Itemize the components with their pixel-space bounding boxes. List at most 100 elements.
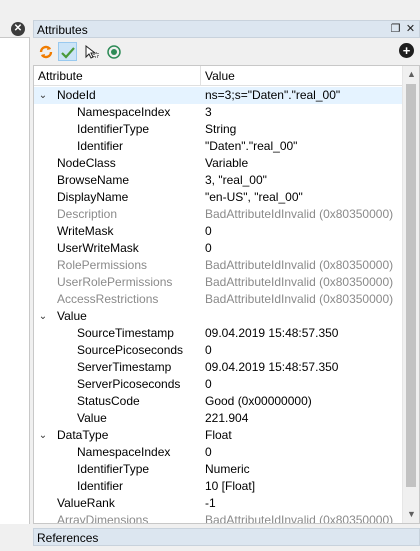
attribute-row[interactable]: Identifier 10 [Float] xyxy=(34,478,402,495)
attribute-name: Identifier xyxy=(77,139,124,153)
record-button[interactable] xyxy=(104,42,123,61)
attribute-name: IdentifierType xyxy=(77,122,150,136)
scroll-up-icon[interactable]: ▲ xyxy=(403,66,419,83)
attribute-value: Numeric xyxy=(205,462,250,476)
close-icon[interactable]: ✕ xyxy=(11,22,25,36)
attribute-name: UserRolePermissions xyxy=(57,275,173,289)
attribute-name: IdentifierType xyxy=(77,462,150,476)
attribute-row[interactable]: ServerPicoseconds 0 xyxy=(34,376,402,393)
attributes-toolbar: + xyxy=(33,39,420,63)
attribute-row[interactable]: DisplayName "en-US", "real_00" xyxy=(34,189,402,206)
column-header-value[interactable]: Value xyxy=(201,66,402,86)
attribute-value: 3, "real_00" xyxy=(205,173,267,187)
attribute-row[interactable]: IdentifierType String xyxy=(34,121,402,138)
attribute-value: 09.04.2019 15:48:57.350 xyxy=(205,360,339,374)
attribute-name: WriteMask xyxy=(57,224,114,238)
attribute-row[interactable]: ArrayDimensions BadAttributeIdInvalid (0x… xyxy=(34,512,402,524)
record-icon xyxy=(106,44,121,59)
attribute-rows: ⌄ NodeId ns=3;s="Daten"."real_00" Namespace… xyxy=(34,87,402,524)
attribute-row[interactable]: NamespaceIndex 0 xyxy=(34,444,402,461)
attribute-row[interactable]: WriteMask 0 xyxy=(34,223,402,240)
left-pane: ✕ xyxy=(0,0,30,551)
cursor-select-button[interactable] xyxy=(81,42,100,61)
attribute-row[interactable]: Description BadAttributeIdInvalid (0x8035… xyxy=(34,206,402,223)
attribute-value: 0 xyxy=(205,377,212,391)
attribute-value: BadAttributeIdInvalid (0x80350000) xyxy=(205,513,394,524)
attribute-row[interactable]: Value 221.904 xyxy=(34,410,402,427)
check-button[interactable] xyxy=(58,42,77,61)
scroll-down-icon[interactable]: ▼ xyxy=(403,506,419,523)
attribute-row[interactable]: ⌄ Value xyxy=(34,308,402,325)
attribute-value: Variable xyxy=(205,156,249,170)
attribute-row[interactable]: NodeClass Variable xyxy=(34,155,402,172)
attribute-name: ServerTimestamp xyxy=(77,360,172,374)
attribute-row[interactable]: NamespaceIndex 3 xyxy=(34,104,402,121)
vertical-scrollbar[interactable]: ▲ ▼ xyxy=(402,66,419,523)
attribute-row[interactable]: ⌄ NodeId ns=3;s="Daten"."real_00" xyxy=(34,87,402,104)
attribute-name: Value xyxy=(77,411,107,425)
attribute-value: 10 [Float] xyxy=(205,479,256,493)
attribute-value: 0 xyxy=(205,224,212,238)
attribute-name: NamespaceIndex xyxy=(77,445,171,459)
references-panel-title: References xyxy=(37,531,99,545)
attribute-name: NodeId xyxy=(57,88,96,102)
attribute-row[interactable]: UserWriteMask 0 xyxy=(34,240,402,257)
attributes-panel-title: Attributes xyxy=(37,23,88,37)
attribute-row[interactable]: AccessRestrictions BadAttributeIdInvalid … xyxy=(34,291,402,308)
attribute-name: ArrayDimensions xyxy=(57,513,149,524)
attribute-value: 0 xyxy=(205,445,212,459)
add-icon[interactable]: + xyxy=(399,43,414,58)
attribute-row[interactable]: IdentifierType Numeric xyxy=(34,461,402,478)
cursor-select-icon xyxy=(85,44,98,59)
attribute-name: RolePermissions xyxy=(57,258,148,272)
attribute-value: Good (0x00000000) xyxy=(205,394,312,408)
attribute-value: "Daten"."real_00" xyxy=(205,139,298,153)
attribute-value: ns=3;s="Daten"."real_00" xyxy=(205,88,341,102)
attribute-value: 0 xyxy=(205,241,212,255)
scroll-thumb[interactable] xyxy=(406,84,416,487)
attribute-row[interactable]: ValueRank -1 xyxy=(34,495,402,512)
attribute-row[interactable]: SourcePicoseconds 0 xyxy=(34,342,402,359)
chevron-down-icon[interactable]: ⌄ xyxy=(37,427,49,444)
column-header-attribute[interactable]: Attribute xyxy=(34,66,201,86)
attribute-row[interactable]: ⌄ DataType Float xyxy=(34,427,402,444)
attribute-name: DataType xyxy=(57,428,109,442)
attribute-row[interactable]: BrowseName 3, "real_00" xyxy=(34,172,402,189)
attribute-value: 09.04.2019 15:48:57.350 xyxy=(205,326,339,340)
attribute-row[interactable]: SourceTimestamp 09.04.2019 15:48:57.350 xyxy=(34,325,402,342)
attribute-row[interactable]: RolePermissions BadAttributeIdInvalid (0x… xyxy=(34,257,402,274)
left-pane-frame xyxy=(0,37,30,524)
chevron-down-icon[interactable]: ⌄ xyxy=(37,87,49,104)
attribute-name: SourceTimestamp xyxy=(77,326,174,340)
attribute-name: NamespaceIndex xyxy=(77,105,171,119)
attribute-name: AccessRestrictions xyxy=(57,292,159,306)
attribute-name: Value xyxy=(57,309,87,323)
attribute-value: 3 xyxy=(205,105,212,119)
refresh-button[interactable] xyxy=(36,42,55,61)
attribute-value: BadAttributeIdInvalid (0x80350000) xyxy=(205,207,394,221)
attribute-value: -1 xyxy=(205,496,216,510)
close-icon[interactable]: ✕ xyxy=(404,23,417,36)
attribute-value: "en-US", "real_00" xyxy=(205,190,303,204)
chevron-down-icon[interactable]: ⌄ xyxy=(37,308,49,325)
attribute-name: Identifier xyxy=(77,479,124,493)
attribute-name: SourcePicoseconds xyxy=(77,343,184,357)
attributes-panel: Attributes ❐ ✕ + Attribute Value ⌄ NodeI… xyxy=(33,20,420,524)
attribute-row[interactable]: ServerTimestamp 09.04.2019 15:48:57.350 xyxy=(34,359,402,376)
attributes-panel-header: Attributes ❐ ✕ xyxy=(33,20,420,38)
attribute-value: BadAttributeIdInvalid (0x80350000) xyxy=(205,258,394,272)
attribute-value: Float xyxy=(205,428,232,442)
attribute-name: DisplayName xyxy=(57,190,129,204)
attribute-name: BrowseName xyxy=(57,173,130,187)
attributes-table: Attribute Value ⌄ NodeId ns=3;s="Daten"."r… xyxy=(33,65,420,524)
float-icon[interactable]: ❐ xyxy=(389,23,402,36)
attribute-name: ValueRank xyxy=(57,496,115,510)
references-panel-header: References xyxy=(33,528,420,546)
attribute-row[interactable]: StatusCode Good (0x00000000) xyxy=(34,393,402,410)
attribute-name: UserWriteMask xyxy=(57,241,139,255)
attribute-row[interactable]: UserRolePermissions BadAttributeIdInvalid… xyxy=(34,274,402,291)
attribute-row[interactable]: Identifier "Daten"."real_00" xyxy=(34,138,402,155)
attribute-value: BadAttributeIdInvalid (0x80350000) xyxy=(205,292,394,306)
attribute-name: NodeClass xyxy=(57,156,116,170)
attribute-value: String xyxy=(205,122,237,136)
